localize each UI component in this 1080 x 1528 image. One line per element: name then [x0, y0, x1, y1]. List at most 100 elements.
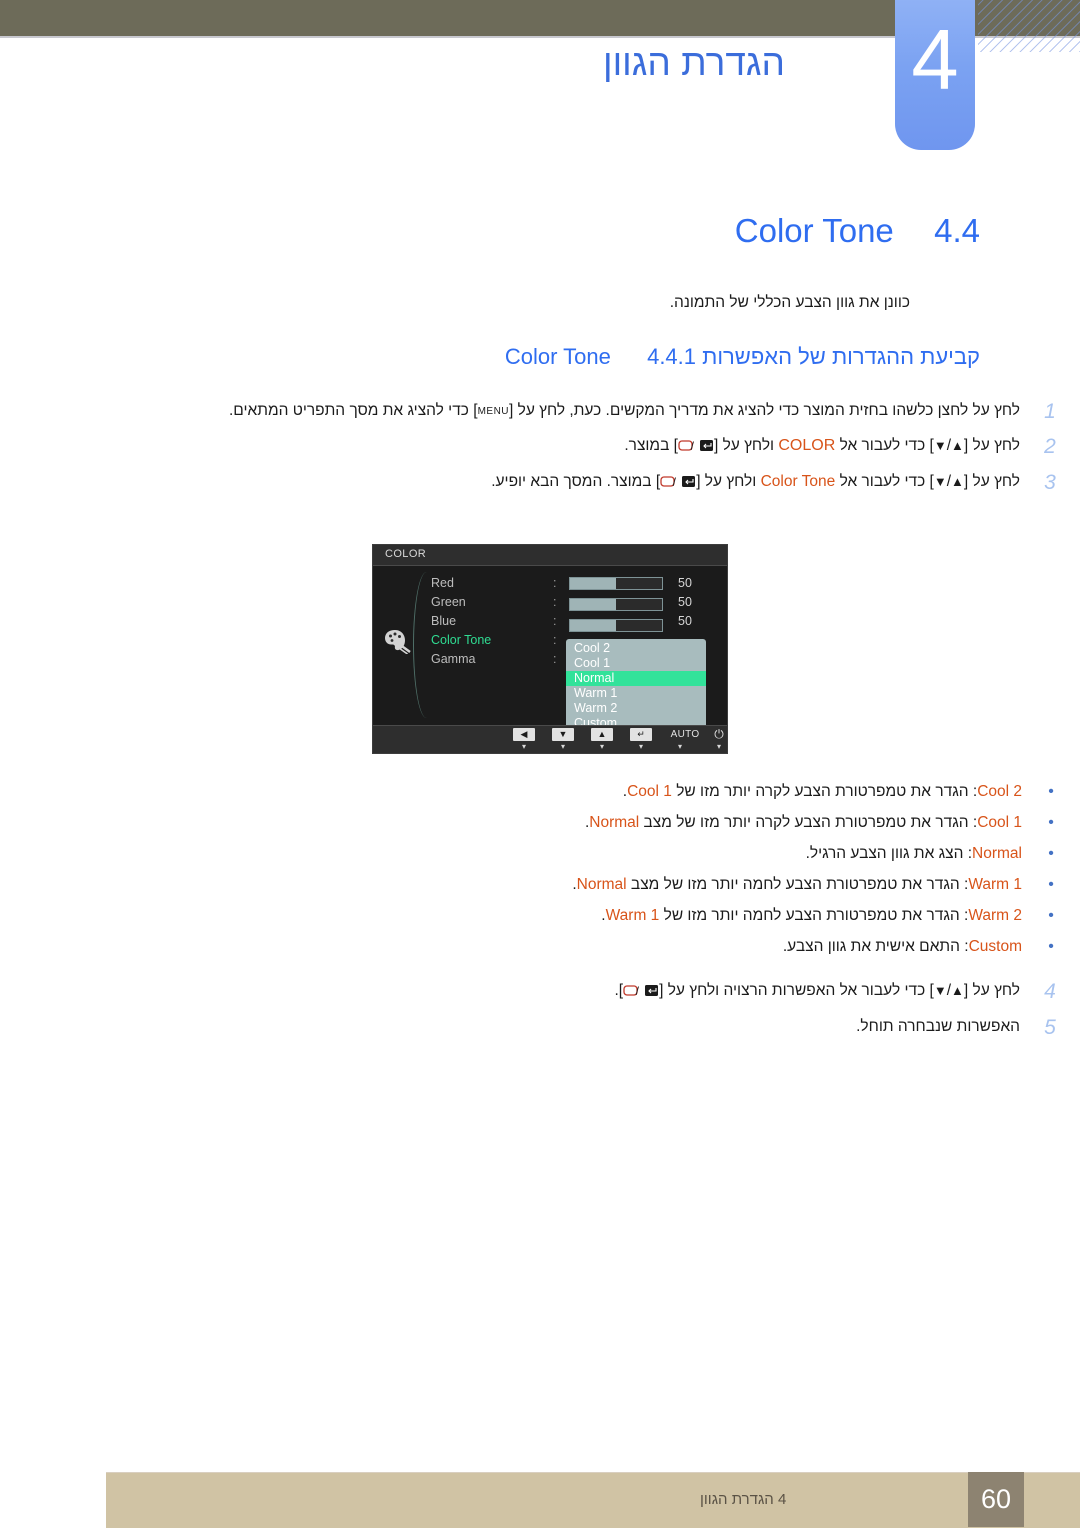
osd-row-label[interactable]: Gamma: [431, 650, 541, 669]
osd-slider-red[interactable]: [569, 577, 663, 590]
enter-key-icon: /: [623, 981, 659, 1006]
step-item: 4 לחץ על [▲ / ▼] כדי לעבור אל האפשרות הרצו…: [0, 978, 1080, 1006]
subsection-title: קביעת ההגדרות של האפשרות Color Tone 4.4.…: [0, 344, 980, 370]
enter-icon: ↵: [630, 728, 652, 741]
step-text-post: ] כדי להציג את מסך התפריט המתאים.: [228, 402, 478, 419]
auto-label: AUTO: [670, 729, 700, 740]
option-desc-pre: : התאם אישית את גוון הצבע.: [782, 938, 969, 955]
osd-slider-fill: [570, 599, 616, 610]
step-text-post: ].: [614, 982, 624, 999]
osd-key-enter[interactable]: ↵ ▾: [630, 728, 652, 751]
left-arrow-icon: ◀: [513, 728, 535, 741]
step-text: לחץ על [▲ / ▼] כדי לעבור אל האפשרות הרצויה…: [0, 978, 1020, 1006]
option-name: Cool 2: [977, 783, 1022, 800]
chapter-title: הגדרת הגוון: [602, 42, 785, 83]
option-description: Normal: הצג את גוון הצבע הרגיל.: [0, 842, 1022, 866]
diagonal-hatch-decoration: [978, 0, 1080, 52]
option-name: Cool 1: [977, 814, 1022, 831]
option-desc-pre: : הגדר את טמפרטורת הצבע לחמה יותר מזו של: [659, 907, 969, 924]
osd-colon: :: [553, 652, 557, 666]
osd-title: COLOR: [385, 548, 427, 560]
step-number: 3: [1044, 471, 1056, 494]
option-desc-pre: : הצג את גוון הצבע הרגיל.: [805, 845, 973, 862]
bullet-icon: •: [1048, 907, 1054, 924]
option-description: Custom: התאם אישית את גוון הצבע.: [0, 935, 1022, 959]
option-desc-pre: : הגדר את טמפרטורת הצבע לקרה יותר מזו של…: [639, 814, 978, 831]
section-title: Color Tone 4.4: [0, 212, 980, 250]
option-ref: Cool 1: [627, 783, 672, 800]
osd-option-cool1[interactable]: Cool 1: [566, 656, 706, 671]
power-icon: ⏻: [714, 727, 724, 741]
osd-colon: :: [553, 614, 557, 628]
step-text: לחץ על [▲ / ▼] כדי לעבור אל Color Tone ולח…: [0, 469, 1020, 497]
bullet-icon: •: [1048, 783, 1054, 800]
osd-value-column: 50 50 50: [678, 574, 692, 631]
step-text-mid: ] כדי לעבור אל: [835, 437, 934, 454]
up-arrow-icon: ▲: [951, 474, 964, 489]
step-text-mid2: ולחץ על [: [696, 473, 761, 490]
osd-key-left[interactable]: ◀ ▾: [513, 728, 535, 751]
step-text: האפשרות שנבחרה תוחל.: [856, 1018, 1020, 1035]
osd-option-normal-selected[interactable]: Normal: [566, 671, 706, 686]
step-text-mid: ] כדי לעבור אל: [835, 473, 934, 490]
osd-key-auto[interactable]: AUTO ▾: [669, 728, 700, 751]
osd-slider-green[interactable]: [569, 598, 663, 611]
step-number: 4: [1044, 980, 1056, 1003]
step-number: 2: [1044, 435, 1056, 458]
step-text-mid2: ולחץ על [: [713, 437, 779, 454]
osd-colortone-dropdown[interactable]: Cool 2 Cool 1 Normal Warm 1 Warm 2 Custo…: [566, 639, 706, 734]
bullet-icon: •: [1048, 814, 1054, 831]
down-arrow-icon: ▼: [933, 983, 947, 998]
step-text-pre: לחץ על [: [963, 982, 1020, 999]
osd-row-label[interactable]: Blue: [431, 612, 541, 631]
osd-label-column: Red Green Blue Color Tone Gamma: [431, 574, 541, 669]
osd-key-down[interactable]: ▼ ▾: [552, 728, 574, 751]
key-tick-icon: ▾: [677, 742, 682, 751]
svg-text:/: /: [636, 984, 640, 998]
osd-key-guide-buttons: ◀ ▾ ▼ ▾ ▲ ▾ ↵ ▾ AUTO ▾ ⏻ ▾: [513, 728, 730, 751]
osd-option-cool2[interactable]: Cool 2: [566, 641, 706, 656]
osd-colon: :: [553, 576, 557, 590]
option-ref: Normal: [589, 814, 640, 831]
osd-row-label[interactable]: Green: [431, 593, 541, 612]
list-item: • Warm 1: הגדר את טמפרטורת הצבע לחמה יות…: [0, 873, 1080, 897]
up-arrow-icon: ▲: [591, 728, 613, 741]
svg-text:/: /: [673, 475, 677, 489]
osd-slider-blue[interactable]: [569, 619, 663, 632]
step-number: 1: [1044, 400, 1056, 423]
key-tick-icon: ▾: [638, 742, 643, 751]
option-desc-pre: : הגדר את טמפרטורת הצבע לחמה יותר מזו של…: [626, 876, 969, 893]
down-arrow-icon: ▼: [933, 438, 947, 453]
osd-option-warm2[interactable]: Warm 2: [566, 701, 706, 716]
osd-key-up[interactable]: ▲ ▾: [591, 728, 613, 751]
down-arrow-icon: ▼: [933, 474, 947, 489]
bullet-icon: •: [1048, 938, 1054, 955]
step-text-pre: לחץ על לחצן כלשהו בחזית המוצר כדי להציג …: [509, 402, 1020, 419]
osd-titlebar: COLOR: [373, 545, 727, 566]
up-arrow-icon: ▲: [951, 983, 964, 998]
osd-key-guide-bar: ◀ ▾ ▼ ▾ ▲ ▾ ↵ ▾ AUTO ▾ ⏻ ▾: [373, 725, 727, 753]
down-arrow-icon: ▼: [552, 728, 574, 741]
chapter-number: 4: [911, 13, 959, 108]
option-name: Custom: [968, 938, 1022, 955]
osd-row-label-selected[interactable]: Color Tone: [431, 631, 541, 650]
osd-body: Red Green Blue Color Tone Gamma : : : : …: [373, 566, 727, 734]
osd-key-power[interactable]: ⏻ ▾: [708, 728, 730, 751]
osd-slider-fill: [570, 620, 616, 631]
option-description: Cool 2: הגדר את טמפרטורת הצבע לקרה יותר …: [0, 780, 1022, 804]
osd-row-label[interactable]: Red: [431, 574, 541, 593]
option-description: Cool 1: הגדר את טמפרטורת הצבע לקרה יותר …: [0, 811, 1022, 835]
section-intro: כוונן את גוון הצבע הכללי של התמונה.: [669, 294, 910, 311]
step-item: 1 לחץ על לחצן כלשהו בחזית המוצר כדי להצי…: [0, 398, 1080, 425]
up-arrow-icon: ▲: [951, 438, 964, 453]
step-item: 3 לחץ על [▲ / ▼] כדי לעבור אל Color Tone ו…: [0, 469, 1080, 497]
enter-key-icon: /: [678, 436, 714, 461]
step-text: לחץ על [▲ / ▼] כדי לעבור אל COLOR ולחץ על …: [0, 433, 1020, 461]
step-item: 2 לחץ על [▲ / ▼] כדי לעבור אל COLOR ולחץ ע…: [0, 433, 1080, 461]
section-number: 4.4: [934, 212, 980, 249]
step-text-pre: לחץ על [: [963, 473, 1020, 490]
osd-slider-fill: [570, 578, 616, 589]
option-description: Warm 1: הגדר את טמפרטורת הצבע לחמה יותר …: [0, 873, 1022, 897]
list-item: • Normal: הצג את גוון הצבע הרגיל.: [0, 842, 1080, 866]
osd-option-warm1[interactable]: Warm 1: [566, 686, 706, 701]
